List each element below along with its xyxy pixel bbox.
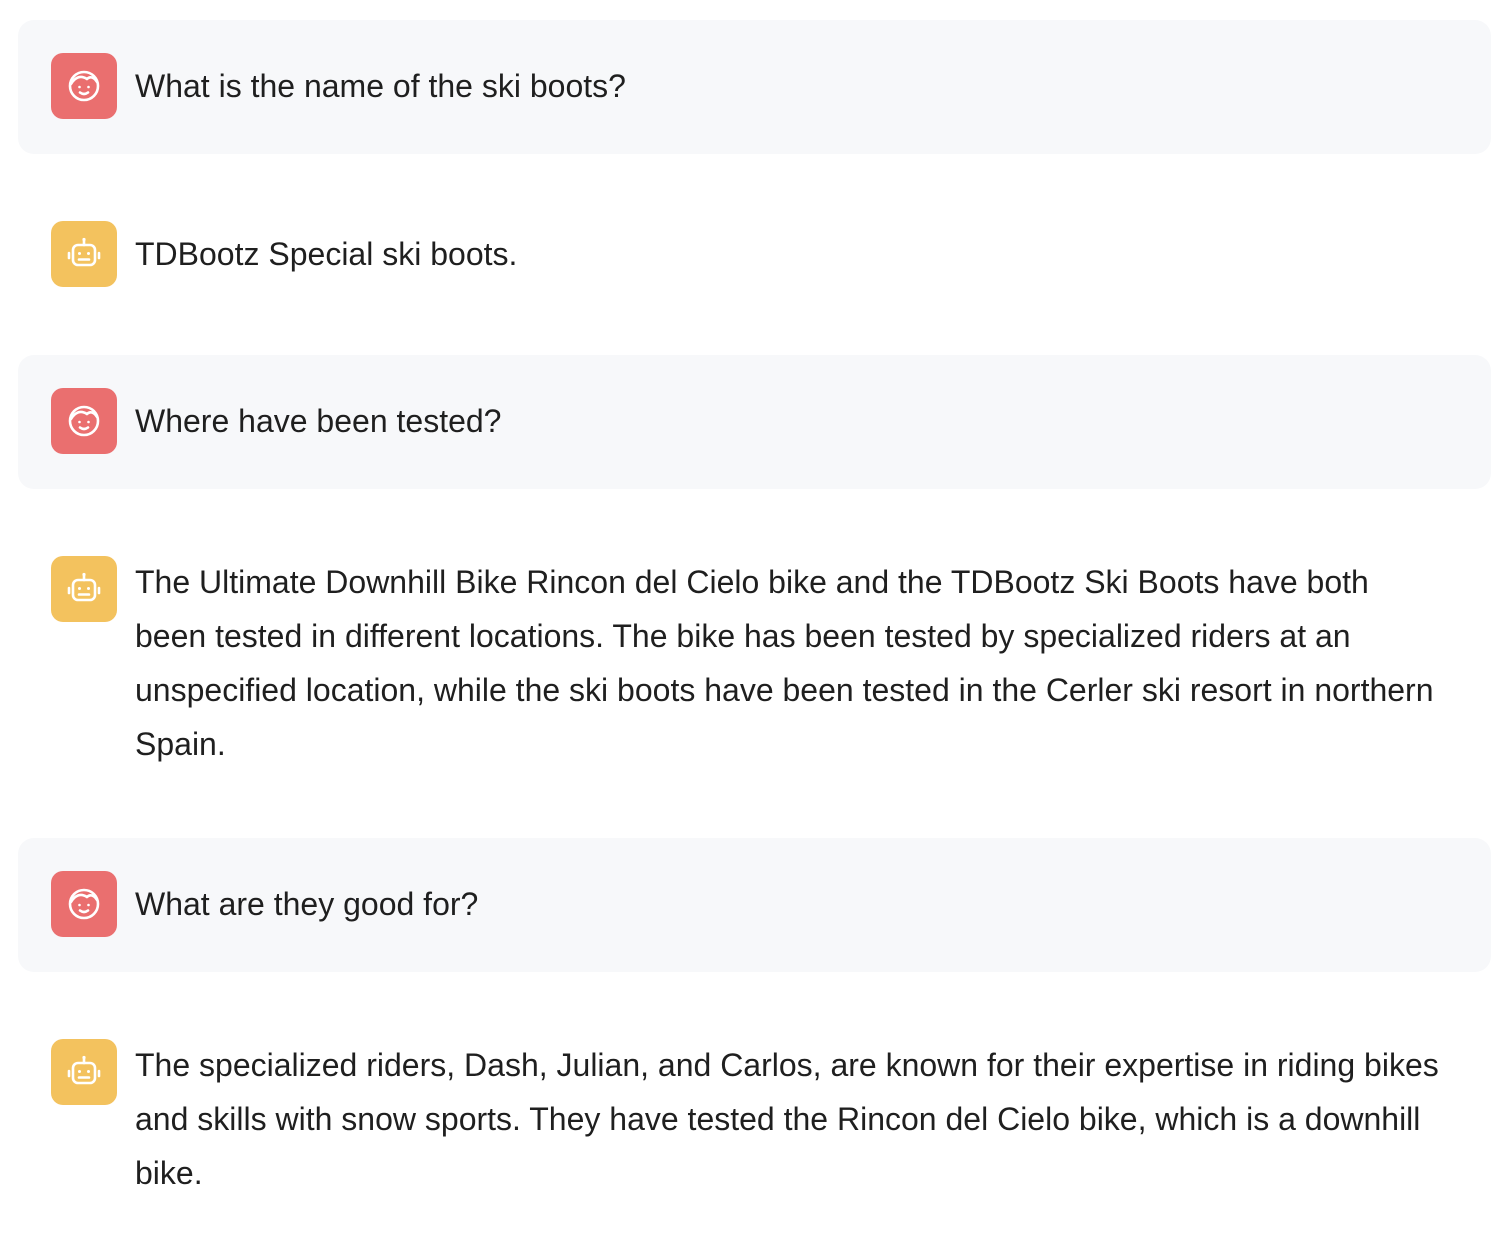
message-text: What are they good for? — [135, 886, 479, 922]
robot-icon — [51, 221, 117, 287]
message-text: The specialized riders, Dash, Julian, an… — [135, 1047, 1439, 1191]
message-text: The Ultimate Downhill Bike Rincon del Ci… — [135, 564, 1434, 762]
robot-icon — [51, 1039, 117, 1105]
message-text: What is the name of the ski boots? — [135, 68, 626, 104]
robot-icon — [51, 556, 117, 622]
message-assistant: The Ultimate Downhill Bike Rincon del Ci… — [18, 523, 1491, 793]
message-assistant: TDBootz Special ski boots. — [18, 188, 1491, 322]
message-user: Where have been tested? — [18, 355, 1491, 489]
user-face-icon — [51, 388, 117, 454]
message-user: What are they good for? — [18, 838, 1491, 972]
message-text: TDBootz Special ski boots. — [135, 236, 518, 272]
user-face-icon — [51, 871, 117, 937]
message-text: Where have been tested? — [135, 403, 502, 439]
message-user: What is the name of the ski boots? — [18, 20, 1491, 154]
message-assistant: The specialized riders, Dash, Julian, an… — [18, 1006, 1491, 1226]
user-face-icon — [51, 53, 117, 119]
chat-conversation: What is the name of the ski boots? TDBoo… — [0, 0, 1512, 1234]
